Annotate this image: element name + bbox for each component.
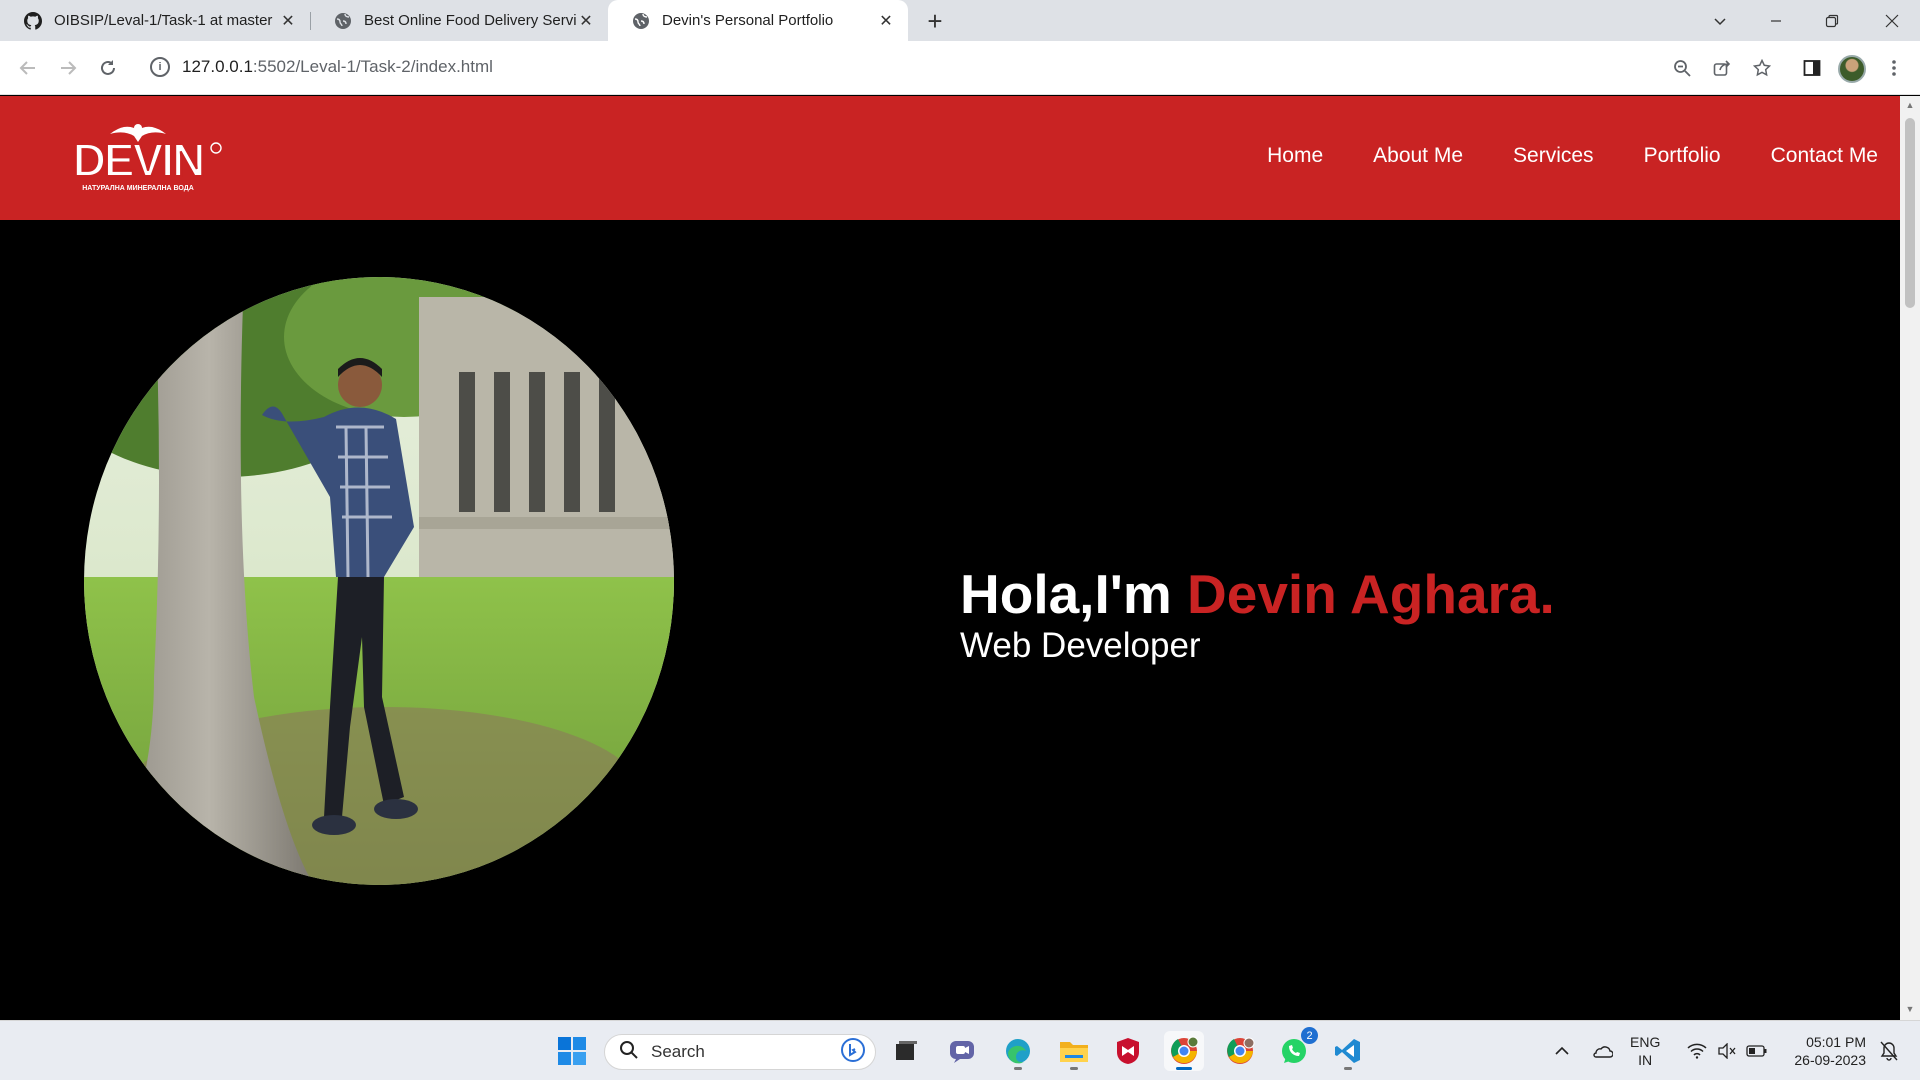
- new-tab-button[interactable]: +: [920, 6, 950, 36]
- scroll-up-icon[interactable]: ▲: [1904, 100, 1916, 112]
- back-arrow-icon[interactable]: [14, 54, 42, 82]
- task-view-icon[interactable]: [886, 1031, 926, 1071]
- restore-button[interactable]: [1804, 0, 1860, 41]
- devin-logo[interactable]: DEVIN НАТУРАЛНА МИНЕРАЛНА ВОДА: [50, 118, 226, 198]
- site-info-icon[interactable]: i: [150, 57, 170, 77]
- taskbar-clock[interactable]: 05:01 PM 26-09-2023: [1782, 1033, 1866, 1069]
- tab-github[interactable]: OIBSIP/Leval-1/Task-1 at master ✕: [0, 0, 310, 41]
- address-bar[interactable]: i 127.0.0.1:5502/Leval-1/Task-2/index.ht…: [138, 47, 1698, 87]
- tab-strip: OIBSIP/Leval-1/Task-1 at master ✕ Best O…: [0, 0, 1920, 41]
- hero-text: Hola,I'm Devin Aghara. Web Developer: [960, 564, 1555, 667]
- profile-avatar[interactable]: [1838, 55, 1866, 83]
- chrome-profile-icon[interactable]: [1220, 1031, 1260, 1071]
- running-indicator: [1344, 1067, 1352, 1070]
- browser-toolbar: i 127.0.0.1:5502/Leval-1/Task-2/index.ht…: [0, 41, 1920, 95]
- close-icon[interactable]: ✕: [278, 11, 298, 31]
- forward-arrow-icon[interactable]: [54, 54, 82, 82]
- tab-title: OIBSIP/Leval-1/Task-1 at master: [54, 12, 273, 29]
- github-icon: [24, 11, 42, 30]
- edge-icon[interactable]: [998, 1031, 1038, 1071]
- reload-icon[interactable]: [94, 54, 122, 82]
- search-icon: [619, 1040, 639, 1065]
- logo-wordmark: DEVIN: [73, 134, 204, 186]
- url-path: :5502/Leval-1/Task-2/index.html: [252, 57, 493, 76]
- profile-photo: [84, 277, 674, 885]
- clock-date: 26-09-2023: [1794, 1052, 1866, 1068]
- mcafee-icon[interactable]: [1108, 1031, 1148, 1071]
- taskbar-search[interactable]: Search: [604, 1034, 876, 1070]
- share-icon[interactable]: [1708, 54, 1736, 82]
- windows-start-icon[interactable]: [552, 1031, 592, 1071]
- running-indicator: [1176, 1067, 1192, 1070]
- bing-icon: [841, 1037, 865, 1067]
- globe-icon: [632, 12, 650, 30]
- kebab-menu-icon[interactable]: [1880, 54, 1908, 82]
- hero-greeting: Hola,I'm: [960, 563, 1188, 625]
- volume-muted-icon[interactable]: [1712, 1021, 1742, 1080]
- site-nav: Home About Me Services Portfolio Contact…: [1267, 144, 1878, 168]
- file-explorer-icon[interactable]: [1054, 1031, 1094, 1071]
- logo-tagline: НАТУРАЛНА МИНЕРАЛНА ВОДА: [82, 185, 194, 192]
- close-window-button[interactable]: [1864, 0, 1920, 41]
- search-label: Search: [651, 1042, 705, 1061]
- language-line2: IN: [1638, 1052, 1653, 1068]
- vscode-icon[interactable]: [1328, 1031, 1368, 1071]
- url-host: 127.0.0.1: [182, 57, 253, 76]
- whatsapp-icon[interactable]: 2: [1274, 1027, 1318, 1071]
- wifi-icon[interactable]: [1682, 1021, 1712, 1080]
- url-text: 127.0.0.1:5502/Leval-1/Task-2/index.html: [182, 57, 493, 77]
- page-viewport: DEVIN НАТУРАЛНА МИНЕРАЛНА ВОДА Home Abou…: [0, 96, 1900, 1020]
- tab-portfolio[interactable]: Devin's Personal Portfolio ✕: [608, 0, 908, 41]
- bookmark-star-icon[interactable]: [1748, 54, 1776, 82]
- site-header: DEVIN НАТУРАЛНА МИНЕРАЛНА ВОДА Home Abou…: [0, 96, 1900, 220]
- nav-portfolio[interactable]: Portfolio: [1644, 144, 1721, 168]
- chrome-icon[interactable]: [1164, 1031, 1204, 1071]
- nav-services[interactable]: Services: [1513, 144, 1594, 168]
- tab-food-delivery[interactable]: Best Online Food Delivery Servic ✕: [310, 0, 608, 41]
- notification-bell-icon[interactable]: [1874, 1021, 1904, 1080]
- zoom-icon[interactable]: [1668, 54, 1696, 82]
- language-line1: ENG: [1630, 1034, 1661, 1050]
- close-icon[interactable]: ✕: [576, 11, 596, 31]
- running-indicator: [1070, 1067, 1078, 1070]
- onedrive-icon[interactable]: [1586, 1021, 1618, 1080]
- tray-chevron-up-icon[interactable]: [1548, 1021, 1576, 1080]
- scroll-thumb[interactable]: [1905, 118, 1915, 308]
- battery-icon[interactable]: [1742, 1021, 1772, 1080]
- nav-home[interactable]: Home: [1267, 144, 1323, 168]
- input-language-indicator[interactable]: ENG IN: [1630, 1033, 1660, 1069]
- scroll-down-icon[interactable]: ▼: [1904, 1004, 1916, 1016]
- tab-search-chevron-icon[interactable]: [1692, 0, 1748, 41]
- tab-title: Best Online Food Delivery Servic: [364, 12, 576, 29]
- hero-subtitle: Web Developer: [960, 625, 1201, 665]
- clock-time: 05:01 PM: [1806, 1034, 1866, 1050]
- windows-taskbar: Search 2 ENG IN 05:01 PM 26-09-2023: [0, 1020, 1920, 1080]
- running-indicator: [1014, 1067, 1022, 1070]
- nav-about-me[interactable]: About Me: [1373, 144, 1463, 168]
- globe-icon: [334, 12, 352, 30]
- nav-contact-me[interactable]: Contact Me: [1771, 144, 1878, 168]
- notification-badge: 2: [1301, 1027, 1318, 1044]
- side-panel-icon[interactable]: [1798, 54, 1826, 82]
- teams-chat-icon[interactable]: [942, 1031, 982, 1071]
- hero-name: Devin Aghara.: [1187, 563, 1555, 625]
- hero-title: Hola,I'm Devin Aghara.: [960, 564, 1555, 625]
- close-icon[interactable]: ✕: [876, 11, 896, 31]
- minimize-button[interactable]: [1748, 0, 1804, 41]
- tab-title: Devin's Personal Portfolio: [662, 12, 834, 29]
- page-scrollbar[interactable]: ▲ ▼: [1900, 96, 1920, 1020]
